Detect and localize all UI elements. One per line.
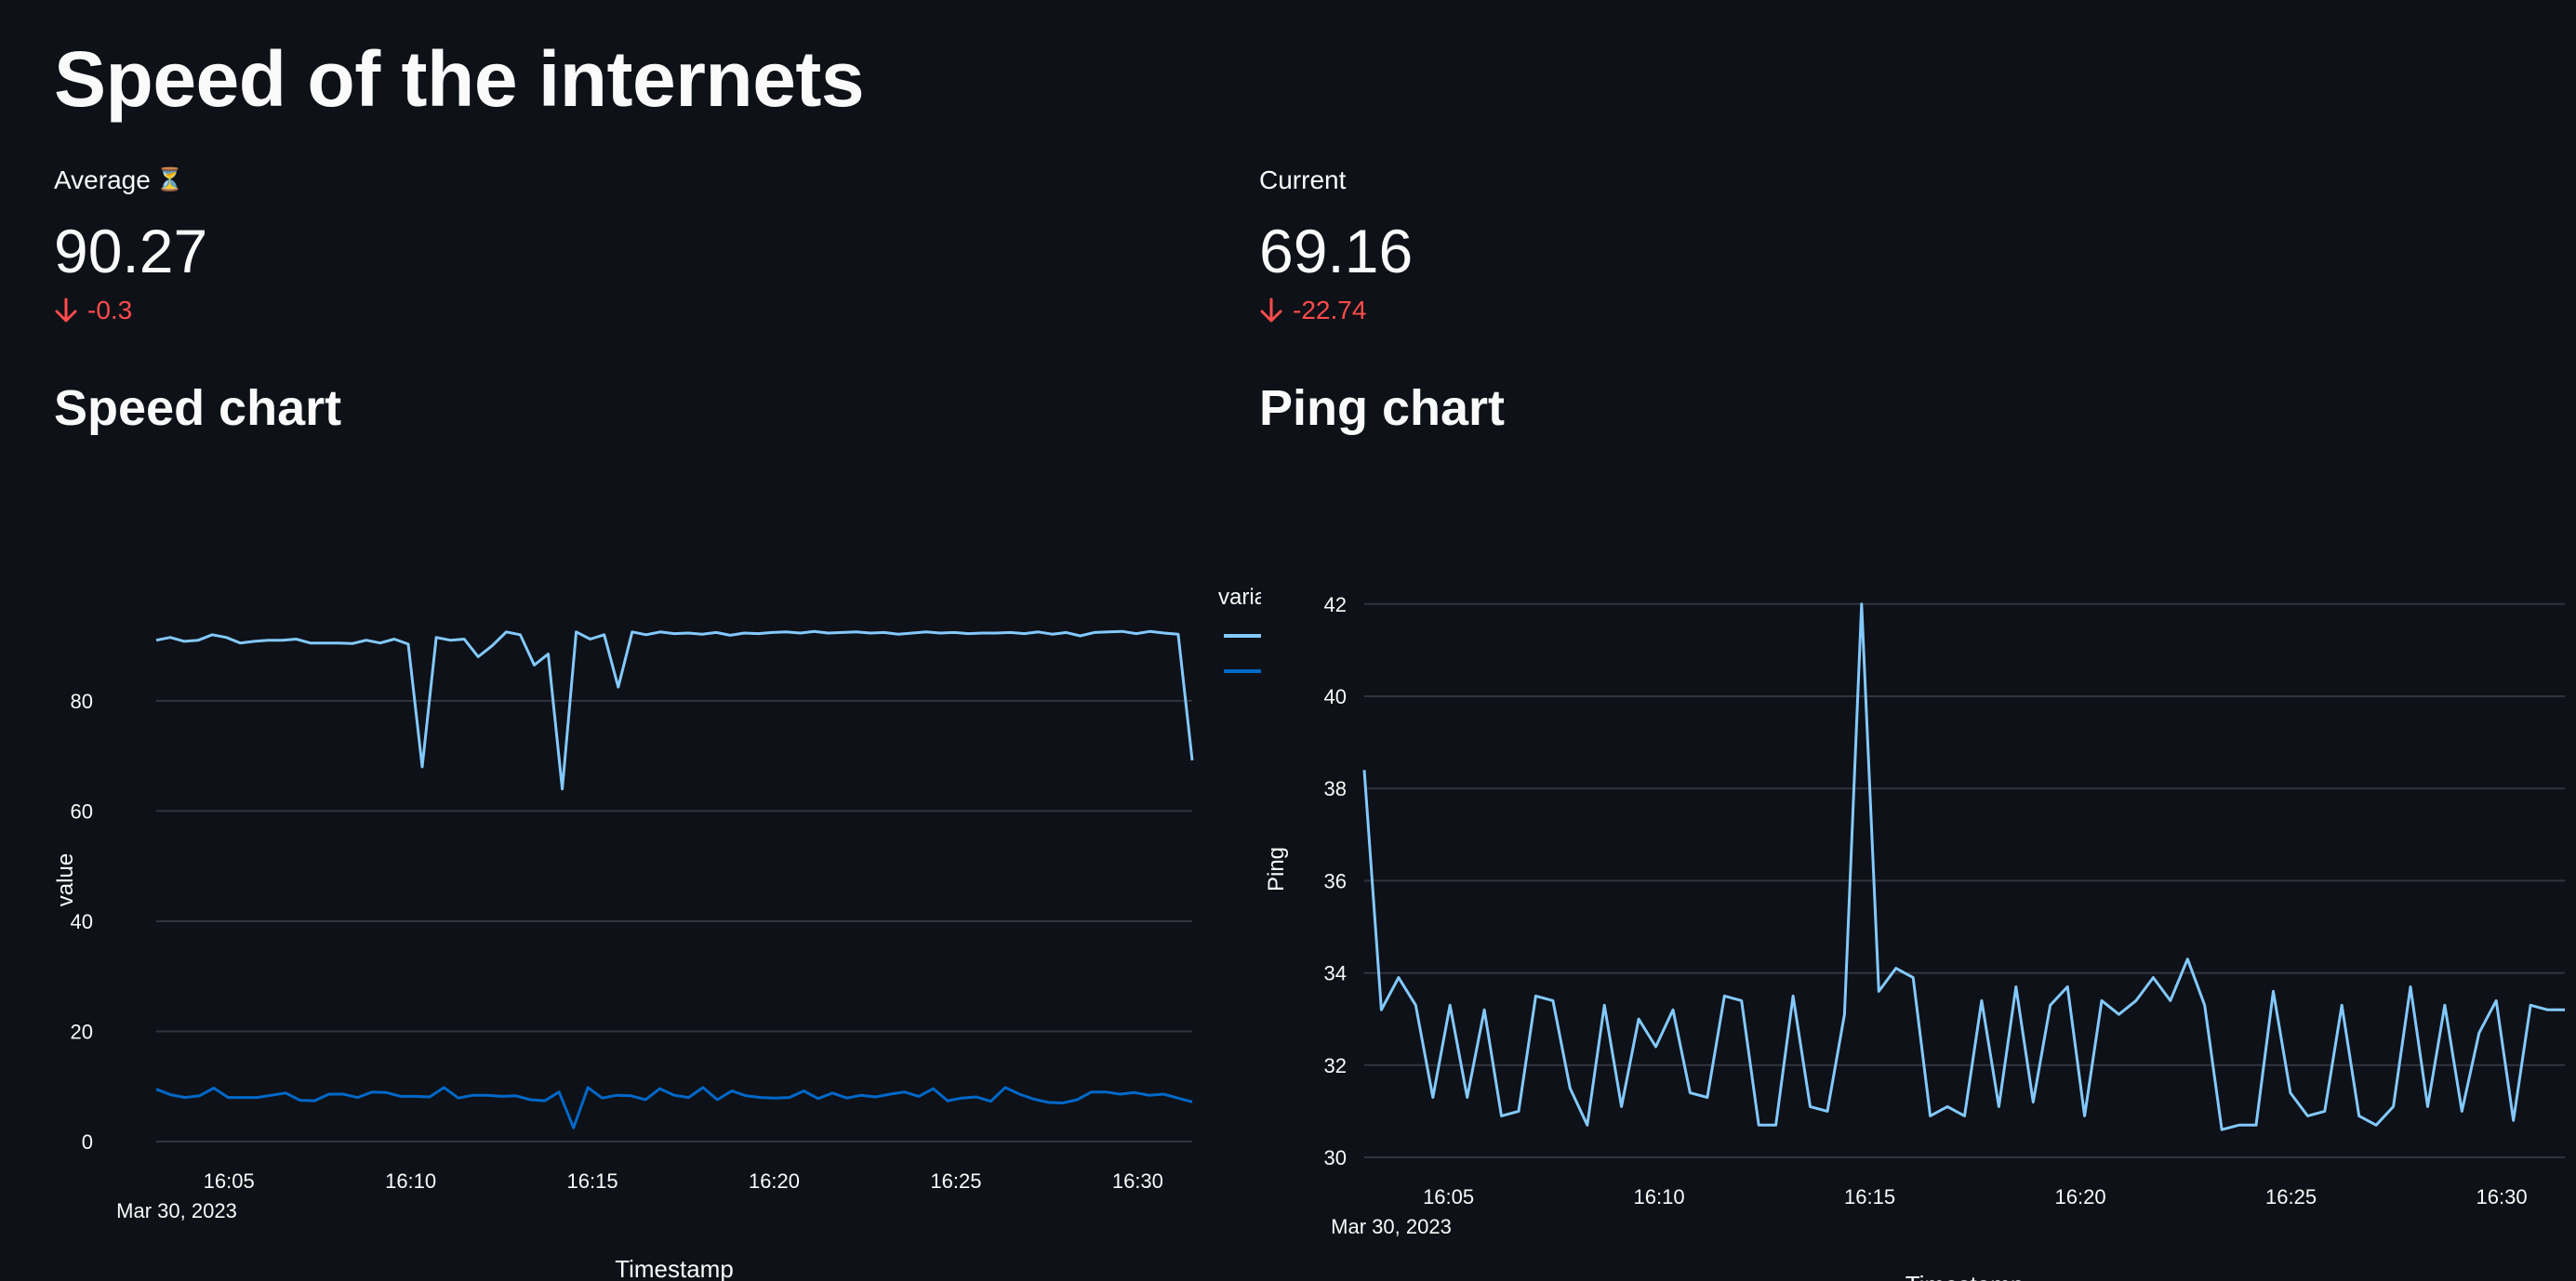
y-tick-label: 34: [1324, 962, 1347, 985]
x-tick-label: 16:30: [1112, 1169, 1163, 1193]
series-line-2: [155, 1086, 1193, 1129]
y-tick-label: 20: [71, 1020, 93, 1043]
speed-chart-title: Speed chart: [54, 380, 342, 436]
x-tick-label: 16:15: [1844, 1185, 1895, 1208]
page-title: Speed of the internets: [54, 35, 865, 123]
x-axis-title: Timestamp: [1905, 1271, 2025, 1281]
y-tick-label: 40: [1324, 685, 1347, 708]
speed-chart[interactable]: 0 20 40 60 80 16:05 16:10 16:15 16:20 16:25 16:30 M…: [0, 558, 1261, 1281]
x-date-label: Mar 30, 2023: [116, 1199, 237, 1222]
x-tick-label: 16:05: [204, 1169, 255, 1193]
average-metric: Average ⏳ 90.27 -0.3: [54, 164, 207, 327]
current-metric-label-row: Current: [1259, 164, 1413, 197]
legend-title: varia: [1218, 585, 1261, 610]
y-tick-label: 30: [1324, 1146, 1347, 1169]
y-tick-label: 40: [71, 910, 93, 933]
y-axis-title: value: [53, 853, 78, 906]
y-tick-label: 42: [1324, 593, 1347, 616]
x-tick-label: 16:20: [749, 1169, 800, 1193]
current-metric-delta-row: -22.74: [1259, 294, 1413, 327]
y-tick-label: 0: [82, 1130, 93, 1154]
arrow-down-icon: [1259, 297, 1283, 324]
x-tick-label: 16:30: [2476, 1185, 2528, 1208]
series-line-1: [155, 629, 1194, 791]
x-axis-title: Timestamp: [615, 1255, 734, 1281]
current-metric: Current 69.16 -22.74: [1259, 164, 1413, 327]
average-metric-delta-row: -0.3: [54, 294, 207, 327]
x-tick-label: 16:10: [1634, 1185, 1685, 1208]
y-tick-label: 80: [71, 690, 93, 713]
current-metric-label: Current: [1259, 165, 1347, 194]
average-metric-label: Average: [54, 165, 151, 194]
x-tick-label: 16:20: [2055, 1185, 2106, 1208]
x-tick-label: 16:25: [2265, 1185, 2317, 1208]
x-tick-label: 16:15: [567, 1169, 618, 1193]
y-axis-title: Ping: [1264, 847, 1289, 891]
x-tick-label: 16:05: [1423, 1185, 1474, 1208]
x-tick-label: 16:10: [385, 1169, 436, 1193]
y-tick-label: 32: [1324, 1054, 1347, 1077]
x-date-label: Mar 30, 2023: [1331, 1215, 1452, 1238]
current-metric-value: 69.16: [1259, 217, 1414, 285]
y-tick-label: 60: [71, 799, 93, 823]
current-metric-delta: -22.74: [1293, 296, 1367, 324]
ping-chart[interactable]: 30 32 34 36 38 40 42 16:05 16:10 16:15 16:20 16:25 1…: [1261, 558, 2576, 1281]
average-metric-delta: -0.3: [87, 296, 133, 324]
arrow-down-icon: [54, 297, 78, 324]
average-metric-value: 90.27: [54, 217, 208, 285]
series-line-1: [1362, 602, 2565, 1131]
ping-chart-title: Ping chart: [1259, 380, 1506, 436]
average-metric-label-row: Average ⏳: [54, 164, 207, 197]
x-tick-label: 16:25: [930, 1169, 981, 1193]
y-tick-label: 36: [1324, 869, 1347, 892]
hourglass-icon: ⏳: [155, 167, 184, 192]
y-tick-label: 38: [1324, 777, 1347, 800]
